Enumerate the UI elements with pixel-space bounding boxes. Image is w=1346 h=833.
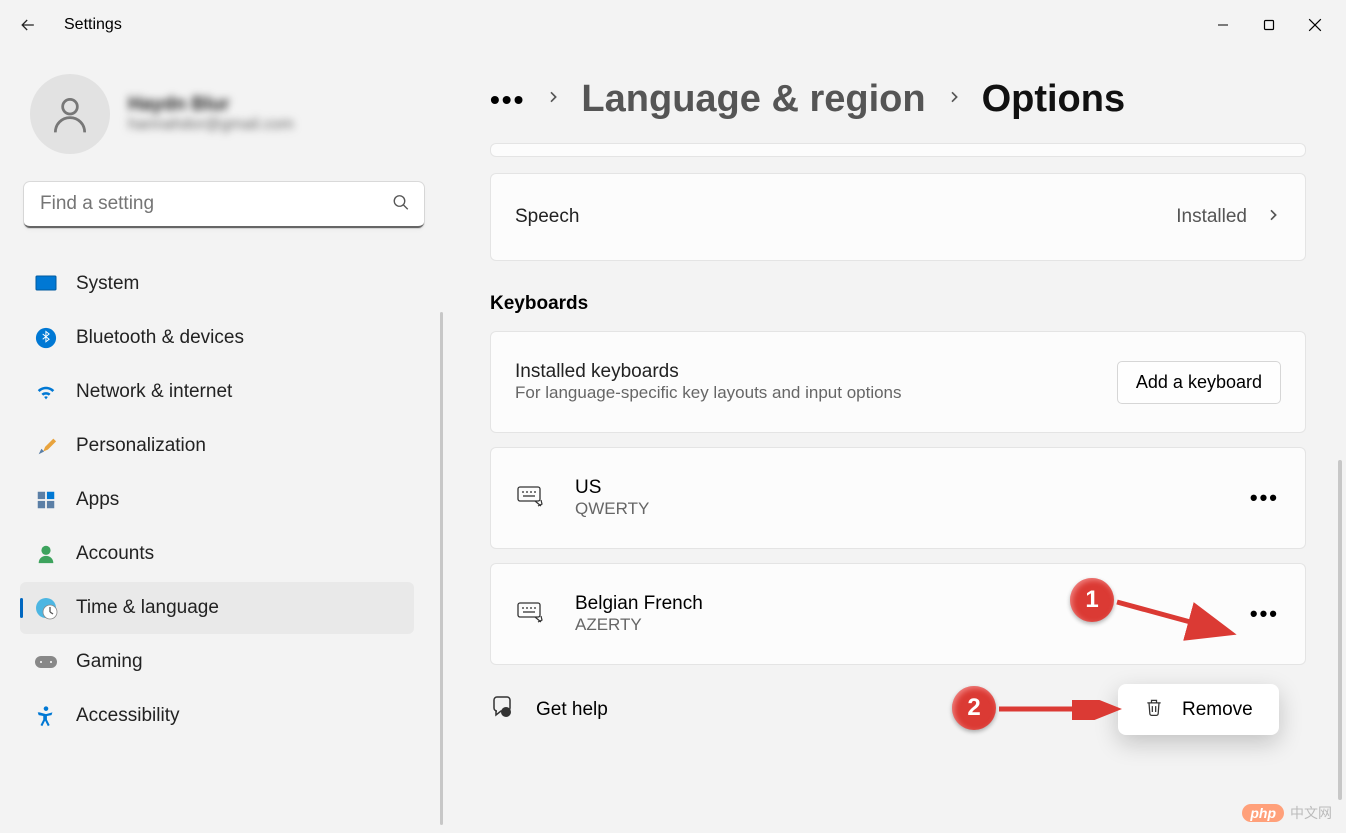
profile-email: hannahdor@gmail.com — [128, 116, 294, 134]
keyboard-item-us: US QWERTY ••• — [490, 447, 1306, 549]
sidebar-item-system[interactable]: System — [20, 258, 414, 310]
add-keyboard-button[interactable]: Add a keyboard — [1117, 361, 1281, 404]
sidebar-item-label: Network & internet — [76, 381, 232, 403]
help-icon: ? — [490, 695, 514, 724]
chevron-right-icon — [1265, 206, 1281, 229]
callout-arrow-1 — [1112, 594, 1242, 644]
sidebar-item-accounts[interactable]: Accounts — [20, 528, 414, 580]
close-button[interactable] — [1292, 9, 1338, 41]
gaming-icon — [34, 650, 58, 674]
avatar — [30, 74, 110, 154]
window-controls — [1200, 9, 1338, 41]
accounts-icon — [34, 542, 58, 566]
search-input[interactable] — [24, 182, 424, 228]
brush-icon — [34, 434, 58, 458]
sidebar-item-label: Gaming — [76, 651, 143, 673]
remove-label: Remove — [1182, 699, 1253, 721]
keyboard-name: Belgian French — [575, 593, 703, 615]
back-button[interactable] — [8, 5, 48, 45]
sidebar-item-personalization[interactable]: Personalization — [20, 420, 414, 472]
sidebar-item-label: Time & language — [76, 597, 219, 619]
accessibility-icon — [34, 704, 58, 728]
time-language-icon — [34, 596, 58, 620]
search-icon — [392, 194, 410, 217]
keyboard-layout: AZERTY — [575, 615, 703, 635]
sidebar-item-label: System — [76, 273, 139, 295]
minimize-icon — [1217, 19, 1229, 31]
nav-list: System Bluetooth & devices Network & int… — [20, 258, 428, 742]
system-icon — [34, 272, 58, 296]
sidebar-item-label: Apps — [76, 489, 119, 511]
sidebar-item-gaming[interactable]: Gaming — [20, 636, 414, 688]
titlebar: Settings — [0, 0, 1346, 50]
arrow-left-icon — [18, 15, 38, 35]
sidebar-item-apps[interactable]: Apps — [20, 474, 414, 526]
trash-icon — [1144, 696, 1164, 723]
profile-section[interactable]: Haydn Blur hannahdor@gmail.com — [30, 74, 428, 154]
svg-text:?: ? — [504, 710, 508, 717]
sidebar-item-label: Accounts — [76, 543, 154, 565]
status-text: Installed — [1176, 206, 1247, 228]
keyboard-icon — [517, 600, 547, 629]
watermark: php 中文网 — [1242, 803, 1332, 823]
sidebar-scrollbar[interactable] — [440, 312, 443, 825]
keyboard-more-button[interactable]: ••• — [1250, 485, 1279, 511]
watermark-logo: php — [1242, 804, 1284, 822]
profile-name: Haydn Blur — [128, 94, 294, 116]
card-title: Installed keyboards — [515, 361, 902, 383]
card-subtitle: For language-specific key layouts and in… — [515, 383, 902, 403]
sidebar-item-label: Bluetooth & devices — [76, 327, 244, 349]
keyboard-layout: QWERTY — [575, 499, 649, 519]
breadcrumb: ••• Language & region Options — [490, 78, 1306, 121]
keyboard-more-button[interactable]: ••• — [1250, 601, 1279, 627]
help-label: Get help — [536, 699, 608, 721]
keyboard-name: US — [575, 477, 649, 499]
maximize-button[interactable] — [1246, 9, 1292, 41]
watermark-text: 中文网 — [1290, 803, 1332, 823]
app-title: Settings — [64, 16, 122, 34]
sidebar-item-label: Personalization — [76, 435, 206, 457]
sidebar-item-accessibility[interactable]: Accessibility — [20, 690, 414, 742]
apps-icon — [34, 488, 58, 512]
search-box — [24, 182, 424, 228]
callout-badge-1: 1 — [1070, 578, 1114, 622]
card-sliver — [490, 143, 1306, 157]
maximize-icon — [1263, 19, 1275, 31]
sidebar-item-bluetooth[interactable]: Bluetooth & devices — [20, 312, 414, 364]
keyboard-icon — [517, 484, 547, 513]
breadcrumb-more[interactable]: ••• — [490, 84, 525, 116]
profile-text: Haydn Blur hannahdor@gmail.com — [128, 94, 294, 134]
chevron-right-icon — [545, 88, 561, 111]
person-icon — [48, 92, 92, 136]
sidebar-item-network[interactable]: Network & internet — [20, 366, 414, 418]
sidebar-item-time-language[interactable]: Time & language — [20, 582, 414, 634]
bluetooth-icon — [34, 326, 58, 350]
card-title: Speech — [515, 206, 579, 228]
section-title-keyboards: Keyboards — [490, 293, 1306, 315]
sidebar-item-label: Accessibility — [76, 705, 179, 727]
chevron-right-icon — [946, 88, 962, 111]
sidebar: Haydn Blur hannahdor@gmail.com System Bl… — [0, 50, 440, 833]
content-scrollbar[interactable] — [1338, 460, 1342, 800]
breadcrumb-current: Options — [982, 78, 1126, 121]
breadcrumb-parent[interactable]: Language & region — [581, 78, 925, 121]
installed-keyboards-header-card: Installed keyboards For language-specifi… — [490, 331, 1306, 433]
remove-popup[interactable]: Remove — [1118, 684, 1279, 735]
wifi-icon — [34, 380, 58, 404]
speech-card[interactable]: Speech Installed — [490, 173, 1306, 261]
callout-badge-2: 2 — [952, 686, 996, 730]
callout-arrow-2 — [994, 700, 1124, 720]
minimize-button[interactable] — [1200, 9, 1246, 41]
close-icon — [1308, 18, 1322, 32]
